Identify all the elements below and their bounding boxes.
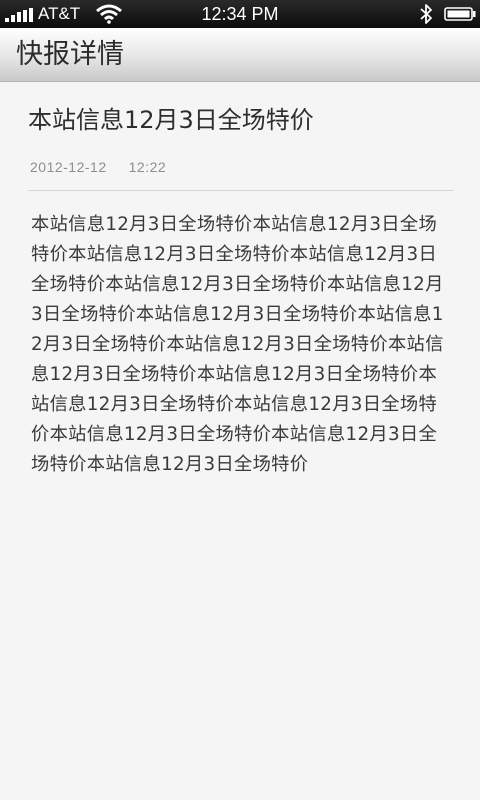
battery-icon	[444, 7, 476, 21]
article-time: 12:22	[128, 159, 167, 175]
bluetooth-icon	[420, 4, 432, 24]
divider	[28, 190, 454, 191]
article-date: 2012-12-12	[30, 159, 107, 175]
article-headline: 本站信息12月3日全场特价	[28, 106, 314, 134]
status-bar: AT&T 12:34 PM	[0, 0, 480, 28]
article-meta: 2012-12-12 12:22	[30, 158, 166, 176]
status-time: 12:34 PM	[201, 4, 279, 24]
article-content: 本站信息12月3日全场特价 2012-12-12 12:22 本站信息12月3日全…	[0, 82, 480, 800]
page-title: 快报详情	[16, 39, 124, 70]
title-bar: 快报详情	[0, 28, 480, 82]
article-body: 本站信息12月3日全场特价本站信息12月3日全场特价本站信息12月3日全场特价本…	[31, 214, 444, 475]
